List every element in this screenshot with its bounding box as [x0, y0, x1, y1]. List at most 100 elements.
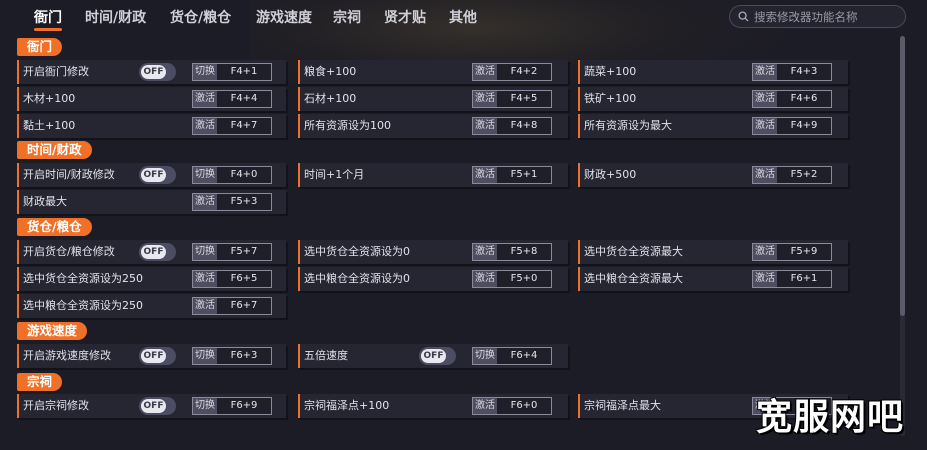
cheat-label: 粮食+100: [304, 65, 357, 78]
toggle-state: OFF: [421, 349, 446, 363]
cheat-label: 选中粮仓全资源设为250: [23, 299, 143, 312]
watermark-logo: 宽服网吧: [756, 397, 905, 438]
toggle-switch[interactable]: OFF: [139, 63, 176, 81]
hotkey-action: 切换: [473, 348, 497, 364]
toggle-switch[interactable]: OFF: [139, 397, 176, 415]
cheat-row: 开启游戏速度修改 OFF 切换 F6+3: [17, 344, 286, 368]
hotkey-box[interactable]: 激活 F6+0: [472, 397, 552, 415]
scrollbar-thumb[interactable]: [900, 36, 905, 316]
cheat-label: 开启时间/财政修改: [23, 168, 115, 181]
cheat-label: 开启宗祠修改: [23, 399, 89, 412]
hotkey-box[interactable]: 激活 F4+6: [752, 90, 832, 108]
tab-time-finance[interactable]: 时间/财政: [85, 7, 146, 27]
hotkey-box[interactable]: 激活 F4+3: [752, 63, 832, 81]
hotkey-key: F4+8: [510, 120, 538, 131]
hotkey-box[interactable]: 激活 F5+2: [752, 166, 832, 184]
hotkey-action: 激活: [753, 64, 777, 80]
toggle-switch[interactable]: OFF: [139, 243, 176, 261]
hotkey-action: 激活: [473, 64, 497, 80]
hotkey-action: 激活: [473, 271, 497, 287]
cheat-label: 选中粮仓全资源最大: [584, 272, 683, 285]
hotkey-box[interactable]: 切换 F5+7: [192, 243, 272, 261]
toggle-switch[interactable]: OFF: [139, 166, 176, 184]
hotkey-action: 激活: [473, 118, 497, 134]
hotkey-box[interactable]: 激活 F4+9: [752, 117, 832, 135]
hotkey-box[interactable]: 激活 F4+4: [192, 90, 272, 108]
hotkey-action: 激活: [473, 91, 497, 107]
cheat-row: 所有资源设为最大 激活 F4+9: [578, 114, 848, 138]
hotkey-action: 激活: [753, 118, 777, 134]
cheat-label: 时间+1个月: [304, 168, 365, 181]
toggle-switch[interactable]: OFF: [419, 347, 456, 365]
hotkey-box[interactable]: 激活 F4+5: [472, 90, 552, 108]
hotkey-key: F4+2: [510, 66, 538, 77]
hotkey-box[interactable]: 激活 F5+0: [472, 270, 552, 288]
hotkey-box[interactable]: 激活 F6+1: [752, 270, 832, 288]
tab-talent-posting[interactable]: 贤才贴: [384, 7, 426, 27]
hotkey-box[interactable]: 切换 F6+4: [472, 347, 552, 365]
cheat-label: 蔬菜+100: [584, 65, 637, 78]
tab-ancestral-hall[interactable]: 宗祠: [333, 7, 361, 27]
hotkey-key: F5+9: [790, 246, 818, 257]
hotkey-key: F4+7: [230, 120, 258, 131]
hotkey-box[interactable]: 激活 F5+1: [472, 166, 552, 184]
cheat-label: 选中货仓全资源设为0: [304, 245, 410, 258]
toggle-state: OFF: [141, 168, 166, 182]
cheat-row: 选中粮仓全资源最大 激活 F6+1: [578, 267, 848, 291]
hotkey-action: 激活: [193, 91, 217, 107]
hotkey-key: F5+0: [510, 273, 538, 284]
hotkey-key: F6+3: [230, 350, 258, 361]
hotkey-key: F5+1: [510, 169, 538, 180]
hotkey-box[interactable]: 切换 F4+1: [192, 63, 272, 81]
hotkey-key: F6+9: [230, 400, 258, 411]
tab-game-speed[interactable]: 游戏速度: [256, 7, 312, 27]
cheat-row: 所有资源设为100 激活 F4+8: [298, 114, 568, 138]
section-title-game-speed: 游戏速度: [17, 322, 88, 340]
cheat-label: 木材+100: [23, 92, 76, 105]
toggle-switch[interactable]: OFF: [139, 347, 176, 365]
hotkey-key: F5+7: [230, 246, 258, 257]
hotkey-box[interactable]: 激活 F4+2: [472, 63, 552, 81]
hotkey-box[interactable]: 激活 F6+5: [192, 270, 272, 288]
hotkey-box[interactable]: 激活 F5+9: [752, 243, 832, 261]
hotkey-box[interactable]: 激活 F6+7: [192, 297, 272, 315]
hotkey-box[interactable]: 切换 F6+9: [192, 397, 272, 415]
hotkey-key: F5+2: [790, 169, 818, 180]
hotkey-key: F4+4: [230, 93, 258, 104]
cheat-row: 黏土+100 激活 F4+7: [17, 114, 286, 138]
cheat-label: 五倍速度: [304, 349, 348, 362]
hotkey-key: F4+6: [790, 93, 818, 104]
hotkey-box[interactable]: 激活 F5+8: [472, 243, 552, 261]
toggle-state: OFF: [141, 399, 166, 413]
cheat-label: 选中货仓全资源设为250: [23, 272, 143, 285]
top-nav: 衙门 时间/财政 货仓/粮仓 游戏速度 宗祠 贤才贴 其他: [0, 0, 927, 34]
tab-yamen[interactable]: 衙门: [34, 7, 62, 27]
section-title-warehouse-granary: 货仓/粮仓: [17, 218, 92, 236]
cheat-label: 宗祠福泽点最大: [584, 399, 661, 412]
toggle-state: OFF: [141, 245, 166, 259]
hotkey-action: 激活: [193, 118, 217, 134]
hotkey-box[interactable]: 切换 F6+3: [192, 347, 272, 365]
cheat-label: 财政+500: [584, 168, 637, 181]
cheat-row: 选中粮仓全资源设为250 激活 F6+7: [17, 294, 286, 318]
scrollbar[interactable]: [900, 36, 905, 436]
section-title-time-finance: 时间/财政: [17, 141, 92, 159]
hotkey-box[interactable]: 激活 F4+7: [192, 117, 272, 135]
search-box[interactable]: [729, 5, 906, 28]
search-input[interactable]: [754, 7, 902, 26]
cheat-row: 铁矿+100 激活 F4+6: [578, 87, 848, 111]
cheat-row: 宗祠福泽点+100 激活 F6+0: [298, 394, 568, 418]
hotkey-box[interactable]: 激活 F4+8: [472, 117, 552, 135]
hotkey-action: 激活: [753, 244, 777, 260]
hotkey-key: F6+7: [230, 300, 258, 311]
hotkey-key: F4+9: [790, 120, 818, 131]
search-icon: [738, 11, 749, 22]
tab-other[interactable]: 其他: [449, 7, 477, 27]
cheat-row: 开启货仓/粮仓修改 OFF 切换 F5+7: [17, 240, 286, 264]
hotkey-box[interactable]: 激活 F5+3: [192, 193, 272, 211]
cheat-row: 财政最大 激活 F5+3: [17, 190, 286, 214]
tab-warehouse-granary[interactable]: 货仓/粮仓: [170, 7, 231, 27]
hotkey-box[interactable]: 切换 F4+0: [192, 166, 272, 184]
hotkey-action: 激活: [753, 91, 777, 107]
cheat-row: 财政+500 激活 F5+2: [578, 163, 848, 187]
